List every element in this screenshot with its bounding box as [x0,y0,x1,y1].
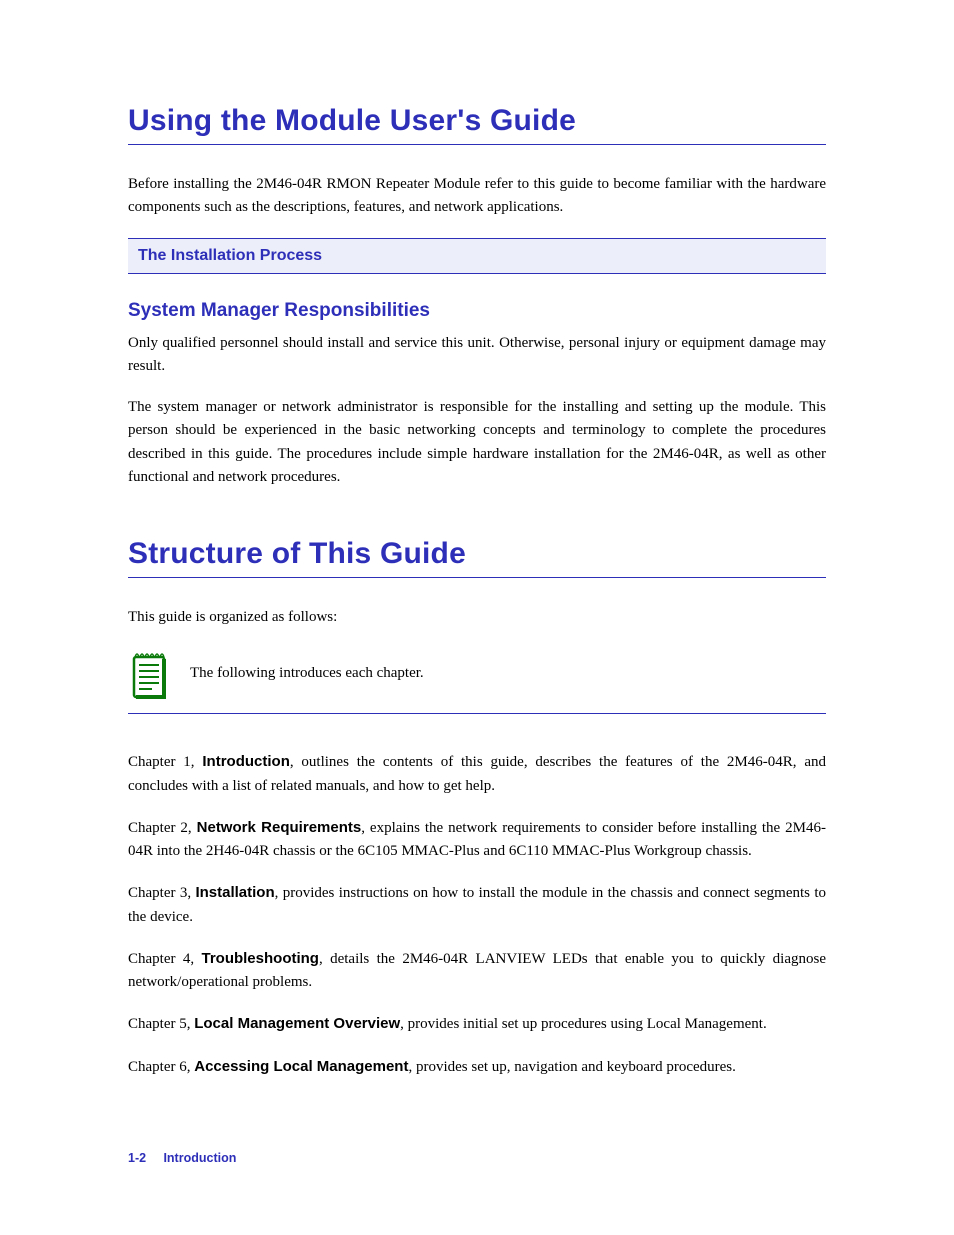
page-chapter: Introduction [163,1151,236,1165]
chapter-prefix: Chapter 2, [128,820,197,836]
chapter-tail: , provides set up, navigation and keyboa… [408,1059,735,1075]
section-heading-structure: Structure of This Guide [128,537,826,571]
section-heading-using-guide: Using the Module User's Guide [128,104,826,138]
callout-title: The Installation Process [138,247,322,264]
callout-installation-process: The Installation Process [128,238,826,274]
chapter-prefix: Chapter 5, [128,1016,194,1032]
note-row: The following introduces each chapter. [128,647,826,699]
page-number: 1-2 [128,1151,146,1165]
chapter-tail: , provides initial set up procedures usi… [400,1016,767,1032]
rule [128,144,826,145]
chapter-prefix: Chapter 3, [128,885,195,901]
rule [128,577,826,578]
chapter-item: Chapter 5, Local Management Overview, pr… [128,1012,826,1036]
using-guide-paragraph: Before installing the 2M46-04R RMON Repe… [128,173,826,220]
page-footer: 1-2 Introduction [128,1151,236,1165]
structure-note: The following introduces each chapter. [190,662,424,685]
structure-intro: This guide is organized as follows: [128,606,826,629]
chapter-title: Accessing Local Management [194,1058,408,1075]
chapter-title: Troubleshooting [201,950,319,967]
chapter-title: Introduction [202,753,289,770]
chapter-title: Network Requirements [197,819,362,836]
h3-system-manager: System Manager Responsibilities [128,300,826,322]
chapter-prefix: Chapter 1, [128,754,202,770]
responsibilities-para2: The system manager or network administra… [128,396,826,489]
chapter-item: Chapter 6, Accessing Local Management, p… [128,1055,826,1079]
chapter-item: Chapter 4, Troubleshooting, details the … [128,947,826,995]
chapter-item: Chapter 1, Introduction, outlines the co… [128,750,826,798]
chapter-item: Chapter 3, Installation, provides instru… [128,881,826,929]
chapter-title: Local Management Overview [194,1015,400,1032]
rule [128,713,826,714]
notepad-icon [128,647,168,699]
chapter-prefix: Chapter 6, [128,1059,194,1075]
responsibilities-para1: Only qualified personnel should install … [128,332,826,379]
chapter-title: Installation [195,884,274,901]
chapter-item: Chapter 2, Network Requirements, explain… [128,816,826,864]
chapter-prefix: Chapter 4, [128,951,201,967]
